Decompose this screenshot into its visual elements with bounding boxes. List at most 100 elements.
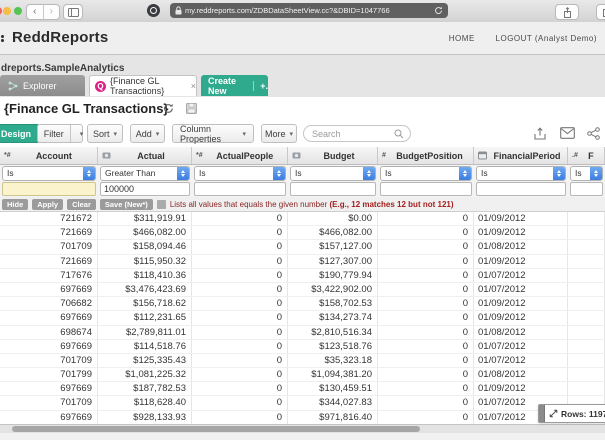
share-page-button[interactable]: [555, 4, 579, 20]
reload-icon[interactable]: [434, 6, 443, 15]
table-row[interactable]: 717676 $118,410.36 0 $190,779.94 0 01/07/2012: [0, 268, 605, 283]
table-row[interactable]: 697669 $187,782.53 0 $130,459.51 0 01/09/2012: [0, 382, 605, 397]
filter-operator-select[interactable]: Is: [570, 165, 603, 181]
sidebar-toggle-button[interactable]: [63, 4, 83, 20]
column-header-f[interactable]: .# F: [568, 147, 605, 164]
tab-finance-gl-transactions[interactable]: Q {Finance GL Transactions} ×: [89, 75, 197, 96]
table-cell: [568, 212, 605, 226]
column-label: Account: [35, 150, 72, 161]
column-properties-button[interactable]: Column Properties ▾: [172, 124, 254, 144]
tab-create-new[interactable]: Create New +.: [201, 75, 268, 96]
filter-value-input[interactable]: [194, 182, 286, 196]
scrollbar-thumb[interactable]: [12, 426, 420, 432]
back-button[interactable]: ‹: [27, 5, 43, 19]
filter-operator-select[interactable]: Is: [2, 165, 96, 181]
table-row[interactable]: 697669 $114,518.76 0 $123,518.76 0 01/07/2012: [0, 339, 605, 354]
table-cell: 697669: [0, 282, 98, 297]
address-bar[interactable]: my.reddreports.com/ZDBDataSheetView.cc?&…: [170, 3, 448, 18]
table-row[interactable]: 701709 $158,094.46 0 $157,127.00 0 01/08/2012: [0, 240, 605, 255]
column-header-account[interactable]: *# Account: [0, 147, 98, 164]
add-new-icon[interactable]: +.: [253, 80, 268, 91]
select-arrows-icon: [83, 166, 95, 180]
page-title: {Finance GL Transactions}: [4, 101, 169, 116]
save-new-button[interactable]: Save (New*): [99, 198, 153, 210]
design-button[interactable]: Design: [0, 124, 40, 143]
filter-menu-toggle[interactable]: ▾: [69, 125, 83, 142]
filter-options-handle[interactable]: [156, 199, 166, 209]
tab-overview-button[interactable]: [596, 4, 605, 20]
apply-button[interactable]: Apply: [32, 198, 64, 210]
table-row[interactable]: 706682 $156,718.62 0 $158,702.53 0 01/09/2012: [0, 297, 605, 312]
filter-operator-select[interactable]: Greater Than: [100, 165, 190, 181]
browser-window: ‹ › my.reddreports.com/ZDBDataSheetView.…: [0, 0, 605, 440]
breadcrumb[interactable]: dreports.SampleAnalytics: [1, 63, 124, 74]
table-row[interactable]: 697669 $112,231.65 0 $134,273.74 0 01/09/2012: [0, 311, 605, 326]
sort-button[interactable]: Sort ▾: [87, 124, 123, 143]
table-row[interactable]: 701709 $125,335.43 0 $35,323.18 0 01/07/2012: [0, 353, 605, 369]
resize-rows-icon[interactable]: [549, 409, 558, 418]
app-header: ReddReports HOME LOGOUT (Analyst Demo): [0, 22, 605, 55]
export-icon[interactable]: [533, 127, 547, 141]
search-box[interactable]: [303, 125, 411, 142]
rows-count-chip[interactable]: Rows: 1197: [538, 404, 605, 423]
table-cell: $156,718.62: [98, 297, 192, 311]
table-row[interactable]: 721669 $466,082.00 0 $466,082.00 0 01/09/2012: [0, 226, 605, 241]
minimize-window-button[interactable]: [3, 7, 11, 15]
filter-button[interactable]: Filter ▾: [37, 124, 83, 143]
table-row[interactable]: 697669 $928,133.93 0 $971,816.40 0 01/07/2012: [0, 410, 605, 425]
filter-value-input[interactable]: [290, 182, 376, 196]
clear-button[interactable]: Clear: [67, 198, 96, 210]
share-nodes-icon[interactable]: [587, 127, 600, 140]
filter-operator-select[interactable]: Is: [290, 165, 376, 181]
filter-operator-select[interactable]: Is: [476, 165, 566, 181]
filter-value-input[interactable]: [2, 182, 96, 196]
table-cell: $125,335.43: [98, 353, 192, 368]
refresh-icon[interactable]: [163, 103, 174, 114]
home-link[interactable]: HOME: [449, 34, 475, 43]
filter-value-input[interactable]: [476, 182, 566, 196]
filter-operator-select[interactable]: Is: [380, 165, 472, 181]
column-header-financialperiod[interactable]: FinancialPeriod: [474, 147, 568, 164]
zoom-window-button[interactable]: [14, 7, 22, 15]
save-icon[interactable]: [186, 103, 197, 114]
table-cell: 0: [378, 240, 474, 254]
close-window-button[interactable]: [0, 7, 2, 15]
table-cell: 0: [192, 268, 288, 282]
horizontal-scrollbar[interactable]: [0, 424, 605, 433]
more-button[interactable]: More ▾: [261, 124, 297, 143]
column-header-budgetposition[interactable]: # BudgetPosition: [378, 147, 474, 164]
filter-operator-select[interactable]: Is: [194, 165, 286, 181]
table-row[interactable]: 721672 $311,919.91 0 $0.00 0 01/09/2012: [0, 212, 605, 227]
table-cell: $130,459.51: [288, 382, 378, 396]
table-cell: 717676: [0, 268, 98, 282]
table-cell: 0: [192, 311, 288, 325]
table-cell: 0: [192, 212, 288, 226]
chip-grip-handle[interactable]: [539, 405, 545, 422]
extension-icon[interactable]: [147, 4, 160, 17]
operator-value: Is: [295, 168, 302, 178]
filter-value-input[interactable]: [380, 182, 472, 196]
tab-explorer[interactable]: Explorer: [0, 75, 85, 96]
more-label: More: [264, 128, 286, 139]
table-row[interactable]: 701799 $1,081,225.32 0 $1,094,381.20 0 01/08/…: [0, 368, 605, 383]
filter-value-input[interactable]: [100, 182, 190, 196]
search-input[interactable]: [310, 127, 394, 140]
table-row[interactable]: 698674 $2,789,811.01 0 $2,810,516.34 0 01/08/…: [0, 325, 605, 340]
hide-button[interactable]: Hide: [2, 198, 29, 210]
filter-value-row: [0, 181, 605, 197]
close-tab-icon[interactable]: ×: [191, 81, 196, 91]
column-header-actualpeople[interactable]: *# ActualPeople: [192, 147, 288, 164]
filter-value-input[interactable]: [570, 182, 603, 196]
add-button[interactable]: Add ▾: [130, 124, 165, 143]
operator-value: Is: [199, 168, 206, 178]
forward-button[interactable]: ›: [42, 5, 60, 19]
table-cell: $928,133.93: [98, 410, 192, 424]
table-cell: 0: [192, 297, 288, 311]
table-row[interactable]: 701709 $118,628.40 0 $344,027.83 0 01/07/2012: [0, 396, 605, 411]
column-header-actual[interactable]: Actual: [98, 147, 192, 164]
logout-link[interactable]: LOGOUT (Analyst Demo): [496, 34, 597, 43]
table-row[interactable]: 697669 $3,476,423.69 0 $3,422,902.00 0 01/07/…: [0, 282, 605, 298]
email-icon[interactable]: [560, 127, 575, 139]
table-row[interactable]: 721669 $115,950.32 0 $127,307.00 0 01/09/2012: [0, 254, 605, 269]
column-header-budget[interactable]: Budget: [288, 147, 378, 164]
